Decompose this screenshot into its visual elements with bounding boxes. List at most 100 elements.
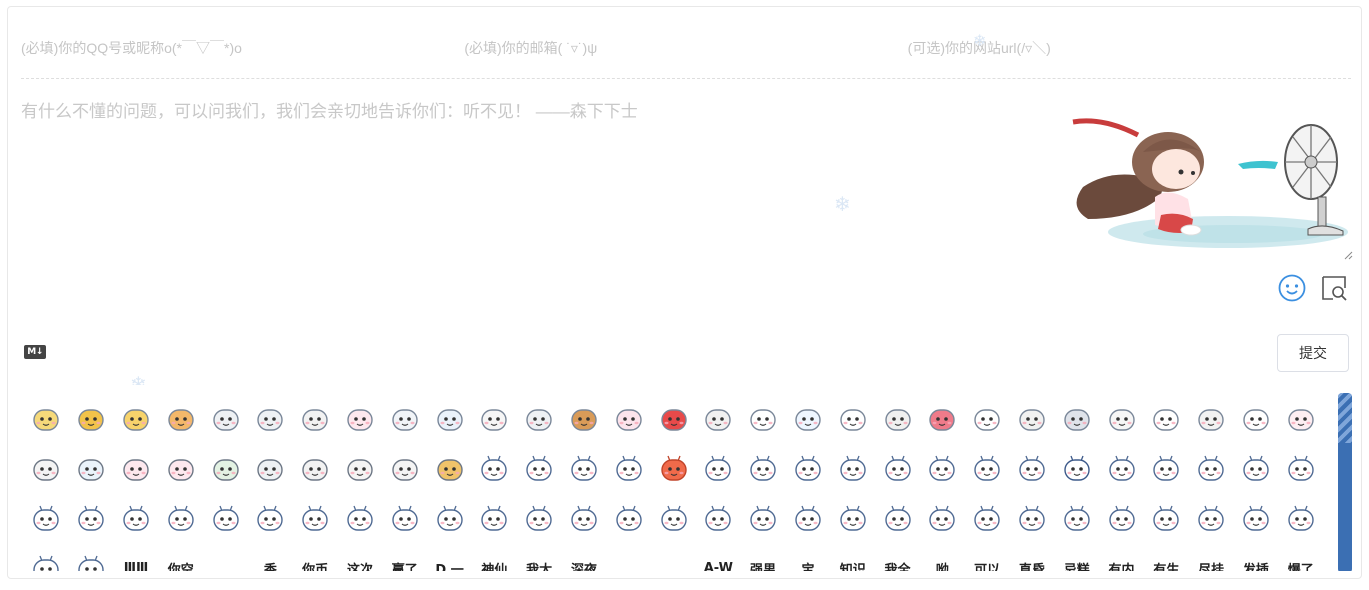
sticker-face-icon[interactable] bbox=[606, 496, 651, 540]
smiley-face-icon[interactable] bbox=[1277, 273, 1307, 303]
sticker-face-icon[interactable] bbox=[293, 396, 338, 440]
sticker-face-icon[interactable] bbox=[1099, 396, 1144, 440]
sticker-face-icon[interactable] bbox=[69, 396, 114, 440]
word-sticker-emoji[interactable]: ⅢⅢ bbox=[114, 546, 159, 572]
sticker-face-icon[interactable] bbox=[338, 396, 383, 440]
sticker-face-icon[interactable] bbox=[1010, 496, 1055, 540]
emoji-panel-scrollbar[interactable] bbox=[1338, 393, 1352, 571]
word-sticker-emoji[interactable]: 香 bbox=[248, 546, 293, 572]
word-sticker-emoji[interactable]: 呦 bbox=[920, 546, 965, 572]
sticker-face-icon[interactable] bbox=[606, 446, 651, 490]
word-sticker-emoji[interactable]: 深夜 bbox=[562, 546, 607, 572]
sticker-face-icon[interactable] bbox=[158, 396, 203, 440]
sticker-face-icon[interactable] bbox=[203, 446, 248, 490]
sticker-face-icon[interactable] bbox=[24, 546, 69, 571]
sticker-face-icon[interactable] bbox=[1010, 396, 1055, 440]
word-sticker-emoji[interactable] bbox=[606, 546, 651, 571]
sticker-face-icon[interactable] bbox=[920, 396, 965, 440]
sticker-face-icon[interactable] bbox=[965, 496, 1010, 540]
word-sticker-emoji[interactable]: 知识 bbox=[830, 546, 875, 572]
markdown-badge-icon[interactable]: M↓ bbox=[24, 345, 46, 359]
sticker-face-icon[interactable] bbox=[786, 396, 831, 440]
sticker-face-icon[interactable] bbox=[1099, 496, 1144, 540]
word-sticker-emoji[interactable]: 强男 bbox=[741, 546, 786, 572]
sticker-face-icon[interactable] bbox=[472, 396, 517, 440]
word-sticker-emoji[interactable]: 尽挂 bbox=[1189, 546, 1234, 572]
sticker-face-icon[interactable] bbox=[1234, 446, 1279, 490]
word-sticker-emoji[interactable]: 爆了 bbox=[1278, 546, 1323, 572]
word-sticker-emoji[interactable]: 这次 bbox=[338, 546, 383, 572]
sticker-face-icon[interactable] bbox=[203, 396, 248, 440]
sticker-face-icon[interactable] bbox=[651, 396, 696, 440]
sticker-face-icon[interactable] bbox=[114, 496, 159, 540]
sticker-face-icon[interactable] bbox=[382, 496, 427, 540]
sticker-face-icon[interactable] bbox=[69, 546, 114, 571]
sticker-face-icon[interactable] bbox=[875, 496, 920, 540]
nick-input[interactable] bbox=[21, 28, 465, 68]
sticker-face-icon[interactable] bbox=[248, 446, 293, 490]
sticker-face-icon[interactable] bbox=[741, 496, 786, 540]
sticker-face-icon[interactable] bbox=[114, 446, 159, 490]
word-sticker-emoji[interactable] bbox=[203, 546, 248, 571]
sticker-face-icon[interactable] bbox=[24, 496, 69, 540]
sticker-face-icon[interactable] bbox=[1054, 496, 1099, 540]
sticker-face-icon[interactable] bbox=[786, 496, 831, 540]
sticker-face-icon[interactable] bbox=[741, 446, 786, 490]
word-sticker-emoji[interactable]: 你币 bbox=[293, 546, 338, 572]
sticker-face-icon[interactable] bbox=[338, 496, 383, 540]
sticker-face-icon[interactable] bbox=[830, 396, 875, 440]
submit-button[interactable]: 提交 bbox=[1277, 334, 1349, 372]
sticker-face-icon[interactable] bbox=[875, 396, 920, 440]
sticker-face-icon[interactable] bbox=[427, 496, 472, 540]
sticker-face-icon[interactable] bbox=[1189, 396, 1234, 440]
sticker-face-icon[interactable] bbox=[114, 396, 159, 440]
sticker-face-icon[interactable] bbox=[1234, 496, 1279, 540]
sticker-face-icon[interactable] bbox=[427, 396, 472, 440]
sticker-face-icon[interactable] bbox=[651, 446, 696, 490]
sticker-face-icon[interactable] bbox=[1144, 396, 1189, 440]
sticker-face-icon[interactable] bbox=[1234, 396, 1279, 440]
sticker-face-icon[interactable] bbox=[965, 396, 1010, 440]
mail-input[interactable] bbox=[464, 28, 908, 68]
sticker-face-icon[interactable] bbox=[69, 496, 114, 540]
sticker-face-icon[interactable] bbox=[472, 496, 517, 540]
sticker-face-icon[interactable] bbox=[1189, 496, 1234, 540]
sticker-face-icon[interactable] bbox=[562, 496, 607, 540]
sticker-face-icon[interactable] bbox=[696, 446, 741, 490]
sticker-face-icon[interactable] bbox=[696, 396, 741, 440]
sticker-face-icon[interactable] bbox=[606, 396, 651, 440]
sticker-face-icon[interactable] bbox=[472, 446, 517, 490]
word-sticker-emoji[interactable]: 赢了 bbox=[382, 546, 427, 572]
sticker-face-icon[interactable] bbox=[158, 496, 203, 540]
sticker-face-icon[interactable] bbox=[382, 446, 427, 490]
sticker-face-icon[interactable] bbox=[1189, 446, 1234, 490]
sticker-face-icon[interactable] bbox=[24, 396, 69, 440]
word-sticker-emoji[interactable]: 你空 bbox=[158, 546, 203, 572]
word-sticker-emoji[interactable]: 忌糕 bbox=[1054, 546, 1099, 572]
word-sticker-emoji[interactable]: 直昏 bbox=[1010, 546, 1055, 572]
word-sticker-emoji[interactable]: 发插 bbox=[1234, 546, 1279, 572]
sticker-face-icon[interactable] bbox=[293, 446, 338, 490]
sticker-face-icon[interactable] bbox=[830, 496, 875, 540]
sticker-face-icon[interactable] bbox=[517, 446, 562, 490]
sticker-face-icon[interactable] bbox=[1010, 446, 1055, 490]
word-sticker-emoji[interactable]: 宝 bbox=[786, 546, 831, 572]
sticker-face-icon[interactable] bbox=[24, 446, 69, 490]
sticker-face-icon[interactable] bbox=[338, 446, 383, 490]
word-sticker-emoji[interactable]: 有生 bbox=[1144, 546, 1189, 572]
sticker-face-icon[interactable] bbox=[651, 496, 696, 540]
sticker-face-icon[interactable] bbox=[69, 446, 114, 490]
sticker-face-icon[interactable] bbox=[517, 496, 562, 540]
word-sticker-emoji[interactable]: 可以 bbox=[965, 546, 1010, 572]
sticker-face-icon[interactable] bbox=[696, 496, 741, 540]
sticker-face-icon[interactable] bbox=[517, 396, 562, 440]
sticker-face-icon[interactable] bbox=[293, 496, 338, 540]
sticker-face-icon[interactable] bbox=[562, 446, 607, 490]
word-sticker-emoji[interactable] bbox=[651, 546, 696, 571]
word-sticker-emoji[interactable]: 我全 bbox=[875, 546, 920, 572]
preview-magnifier-icon[interactable] bbox=[1319, 273, 1349, 303]
sticker-face-icon[interactable] bbox=[786, 446, 831, 490]
sticker-face-icon[interactable] bbox=[1278, 496, 1323, 540]
word-sticker-emoji[interactable]: 我太 bbox=[517, 546, 562, 572]
sticker-face-icon[interactable] bbox=[920, 496, 965, 540]
